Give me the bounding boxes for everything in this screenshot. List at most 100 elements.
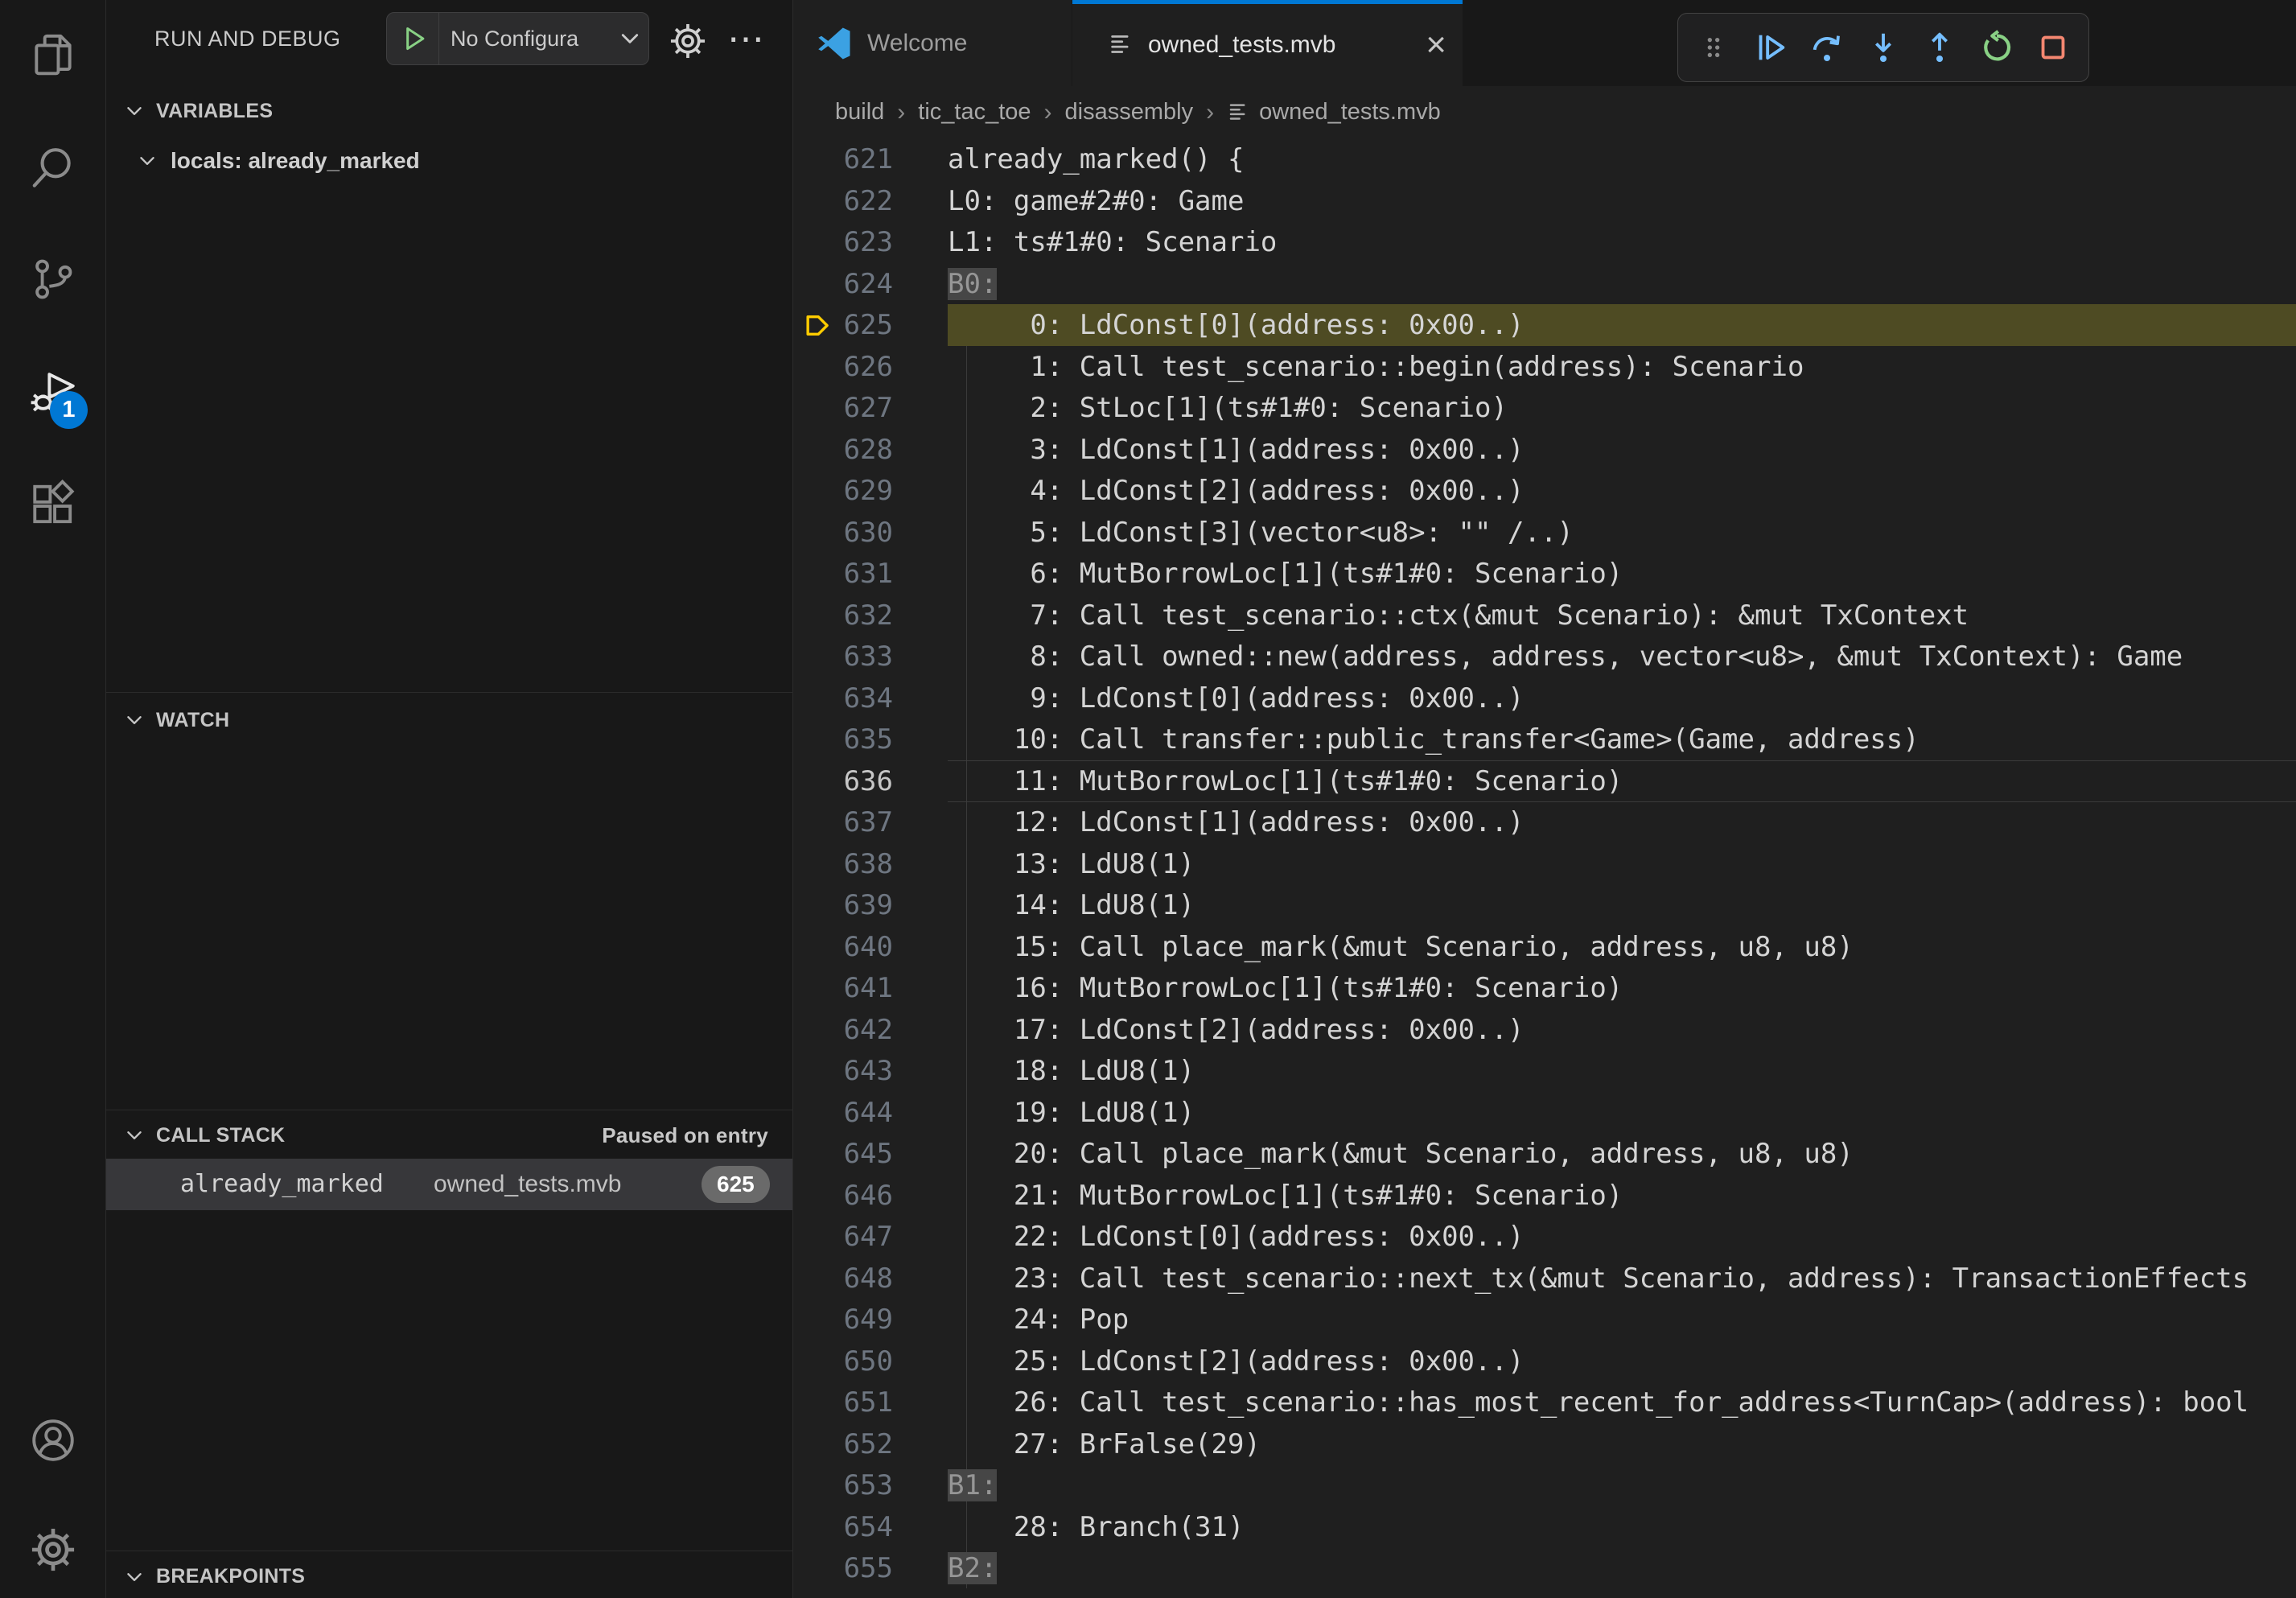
code-line-623[interactable]: 623L1: ts#1#0: Scenario [793,221,2296,263]
code-line-646[interactable]: 646 21: MutBorrowLoc[1](ts#1#0: Scenario… [793,1175,2296,1217]
line-number[interactable]: 639 [808,884,893,926]
code-line-652[interactable]: 652 27: BrFalse(29) [793,1423,2296,1465]
breadcrumb-item-owned_tests.mvb[interactable]: owned_tests.mvb [1259,99,1441,126]
step-out-button[interactable] [1919,27,1961,68]
continue-button[interactable] [1750,27,1792,68]
line-number[interactable]: 636 [808,760,893,802]
code-line-637[interactable]: 637 12: LdConst[1](address: 0x00..) [793,801,2296,843]
code-line-642[interactable]: 642 17: LdConst[2](address: 0x00..) [793,1009,2296,1051]
line-number[interactable]: 626 [808,346,893,388]
line-number[interactable]: 640 [808,926,893,968]
variables-section-header[interactable]: VARIABLES [106,90,792,132]
line-number[interactable]: 647 [808,1216,893,1258]
step-into-button[interactable] [1862,27,1904,68]
line-number[interactable]: 655 [808,1547,893,1589]
code-line-629[interactable]: 629 4: LdConst[2](address: 0x00..) [793,470,2296,512]
code-line-626[interactable]: 626 1: Call test_scenario::begin(address… [793,346,2296,388]
line-number[interactable]: 630 [808,512,893,554]
line-number[interactable]: 634 [808,678,893,719]
call-stack-section-header[interactable]: CALL STACK Paused on entry [106,1114,792,1156]
code-line-653[interactable]: 653B1: [793,1464,2296,1506]
debug-config-dropdown[interactable]: No Configura [386,12,649,65]
explorer-icon[interactable] [0,18,105,92]
code-line-635[interactable]: 635 10: Call transfer::public_transfer<G… [793,719,2296,760]
watch-section-header[interactable]: WATCH [106,698,792,742]
code-line-622[interactable]: 622L0: game#2#0: Game [793,180,2296,222]
line-number[interactable]: 649 [808,1299,893,1341]
code-line-639[interactable]: 639 14: LdU8(1) [793,884,2296,926]
search-icon[interactable] [0,132,105,206]
line-number[interactable]: 638 [808,843,893,885]
code-line-641[interactable]: 641 16: MutBorrowLoc[1](ts#1#0: Scenario… [793,967,2296,1009]
line-number[interactable]: 621 [808,138,893,180]
line-number[interactable]: 632 [808,595,893,636]
line-number[interactable]: 641 [808,967,893,1009]
code-line-636[interactable]: 636 11: MutBorrowLoc[1](ts#1#0: Scenario… [793,760,2296,802]
line-number[interactable]: 654 [808,1506,893,1548]
variables-scope-row[interactable]: locals: already_marked [106,138,792,183]
code-line-654[interactable]: 654 28: Branch(31) [793,1506,2296,1548]
line-number[interactable]: 645 [808,1133,893,1175]
source-control-icon[interactable] [0,242,105,316]
code-line-628[interactable]: 628 3: LdConst[1](address: 0x00..) [793,429,2296,471]
breadcrumb-item-build[interactable]: build [835,99,884,126]
line-number[interactable]: 624 [808,263,893,305]
code-line-640[interactable]: 640 15: Call place_mark(&mut Scenario, a… [793,926,2296,968]
code-line-631[interactable]: 631 6: MutBorrowLoc[1](ts#1#0: Scenario) [793,553,2296,595]
line-number[interactable]: 653 [808,1464,893,1506]
code-line-633[interactable]: 633 8: Call owned::new(address, address,… [793,636,2296,678]
more-actions-icon[interactable]: ⋯ [727,0,764,77]
line-number[interactable]: 652 [808,1423,893,1465]
breadcrumb-item-tic_tac_toe[interactable]: tic_tac_toe [918,99,1031,126]
settings-gear-icon[interactable] [0,1513,105,1587]
code-line-645[interactable]: 645 20: Call place_mark(&mut Scenario, a… [793,1133,2296,1175]
line-number[interactable]: 637 [808,801,893,843]
run-and-debug-sidebar: RUN AND DEBUG No Configura ⋯ VARIABLES l… [106,0,793,1598]
line-number[interactable]: 633 [808,636,893,678]
code-line-627[interactable]: 627 2: StLoc[1](ts#1#0: Scenario) [793,387,2296,429]
code-line-644[interactable]: 644 19: LdU8(1) [793,1092,2296,1134]
tab-owned-tests[interactable]: owned_tests.mvb × [1072,0,1463,86]
breadcrumb-item-disassembly[interactable]: disassembly [1065,99,1194,126]
line-number[interactable]: 648 [808,1258,893,1299]
code-line-649[interactable]: 649 24: Pop [793,1299,2296,1341]
code-line-643[interactable]: 643 18: LdU8(1) [793,1050,2296,1092]
line-number[interactable]: 622 [808,180,893,222]
line-number[interactable]: 629 [808,470,893,512]
code-line-647[interactable]: 647 22: LdConst[0](address: 0x00..) [793,1216,2296,1258]
code-line-634[interactable]: 634 9: LdConst[0](address: 0x00..) [793,678,2296,719]
line-number[interactable]: 635 [808,719,893,760]
accounts-icon[interactable] [0,1403,105,1477]
code-line-625[interactable]: 625 0: LdConst[0](address: 0x00..) [793,304,2296,346]
code-line-621[interactable]: 621already_marked() { [793,138,2296,180]
stop-button[interactable] [2032,27,2074,68]
code-line-655[interactable]: 655B2: [793,1547,2296,1589]
line-number[interactable]: 628 [808,429,893,471]
breakpoints-section-header[interactable]: BREAKPOINTS [106,1555,792,1598]
code-line-638[interactable]: 638 13: LdU8(1) [793,843,2296,885]
code-line-630[interactable]: 630 5: LdConst[3](vector<u8>: "" /..) [793,512,2296,554]
line-number[interactable]: 650 [808,1341,893,1382]
line-number[interactable]: 627 [808,387,893,429]
code-line-624[interactable]: 624B0: [793,263,2296,305]
line-number[interactable]: 646 [808,1175,893,1217]
line-number[interactable]: 643 [808,1050,893,1092]
close-icon[interactable]: × [1426,27,1446,63]
start-debug-play-icon[interactable] [398,23,430,55]
step-over-button[interactable] [1806,27,1848,68]
gear-icon[interactable] [668,21,708,61]
code-line-650[interactable]: 650 25: LdConst[2](address: 0x00..) [793,1341,2296,1382]
line-number[interactable]: 631 [808,553,893,595]
code-line-651[interactable]: 651 26: Call test_scenario::has_most_rec… [793,1382,2296,1423]
line-number[interactable]: 644 [808,1092,893,1134]
drag-grip-icon[interactable] [1693,27,1734,68]
tab-welcome[interactable]: Welcome [793,0,1072,86]
line-number[interactable]: 651 [808,1382,893,1423]
extensions-icon[interactable] [0,467,105,542]
line-number[interactable]: 623 [808,221,893,263]
call-stack-frame[interactable]: already_marked owned_tests.mvb 625 [106,1159,792,1210]
restart-button[interactable] [1976,27,2018,68]
code-line-632[interactable]: 632 7: Call test_scenario::ctx(&mut Scen… [793,595,2296,636]
line-number[interactable]: 642 [808,1009,893,1051]
code-line-648[interactable]: 648 23: Call test_scenario::next_tx(&mut… [793,1258,2296,1299]
